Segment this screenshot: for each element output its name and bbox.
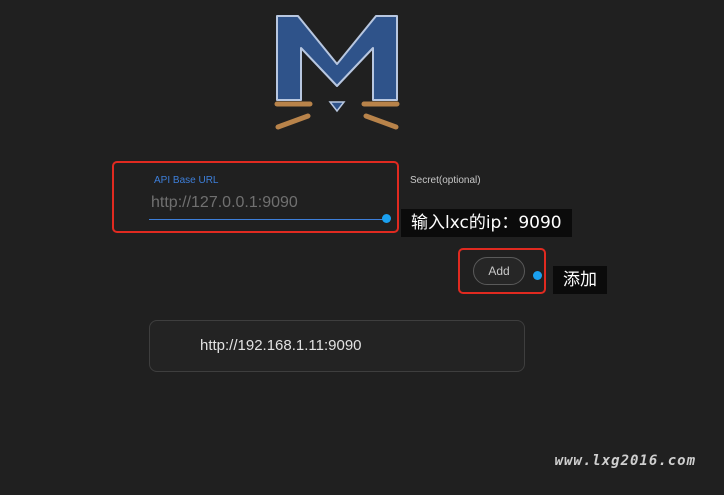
add-button-annotation: 添加 [553,266,607,294]
secret-label: Secret(optional) [410,175,481,186]
cat-logo-icon [274,15,400,130]
watermark: www.lxg2016.com [554,453,696,469]
add-button-annotation-dot [533,271,542,280]
add-button-highlight [458,248,546,294]
server-list-item[interactable]: http://192.168.1.11:9090 [149,320,525,372]
setup-page: API Base URL Secret(optional) Add http:/… [0,0,724,495]
api-input-annotation: 输入lxc的ip：9090 [401,209,572,237]
api-input-annotation-dot [382,214,391,223]
api-input-highlight [112,161,399,233]
server-url: http://192.168.1.11:9090 [200,337,362,354]
